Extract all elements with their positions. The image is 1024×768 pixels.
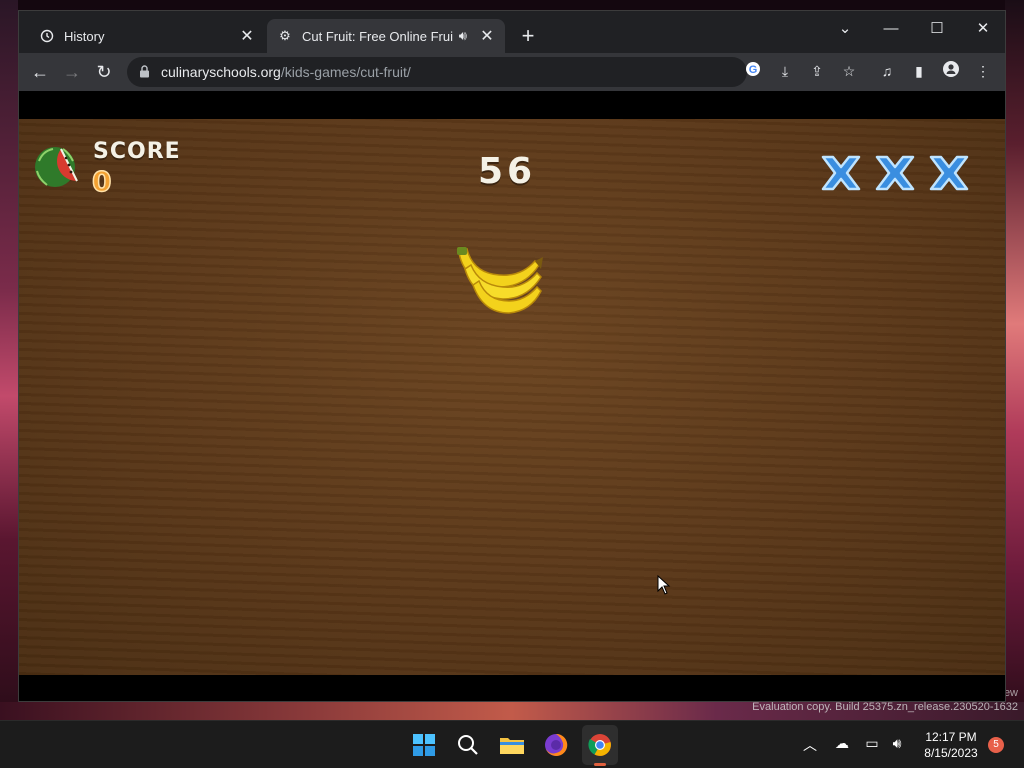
system-clock[interactable]: 12:17 PM 8/15/2023 — [916, 729, 986, 761]
windows-taskbar: ︿ ☁ ▭ 🔊︎ 12:17 PM 8/15/2023 5 — [0, 720, 1024, 768]
life-x-icon — [821, 155, 861, 191]
life-x-icon — [875, 155, 915, 191]
watermark-tail: ew — [1003, 687, 1018, 699]
tab-search-icon[interactable]: ⌄ — [823, 15, 867, 43]
timer-countdown: 56 — [477, 151, 537, 192]
tab-label: History — [64, 28, 105, 44]
browser-window: History ✕ ⚙ Cut Fruit: Free Online Fruit… — [18, 10, 1006, 702]
game-letterbox-top — [19, 91, 1005, 119]
show-hidden-icons-chevron-icon[interactable]: ︿ — [800, 735, 820, 755]
game-canvas[interactable]: SCORE 0 56 — [19, 119, 1005, 675]
search-icon[interactable] — [454, 731, 482, 759]
tab-cut-fruit[interactable]: ⚙ Cut Fruit: Free Online Fruit Sl 🔊︎ ✕ — [267, 19, 505, 53]
close-tab-icon[interactable]: ✕ — [479, 26, 495, 46]
network-icon[interactable]: ▭ — [862, 735, 882, 752]
file-explorer-icon[interactable] — [498, 731, 526, 759]
maximize-button[interactable]: ☐ — [915, 15, 959, 43]
desktop-wallpaper-right — [1005, 0, 1024, 720]
reload-button[interactable]: ↻ — [93, 61, 115, 83]
address-bar[interactable]: culinaryschools.org/kids-games/cut-fruit… — [127, 57, 747, 87]
life-x-icon — [929, 155, 969, 191]
desktop-wallpaper-left — [0, 0, 18, 720]
clock-time: 12:17 PM — [925, 730, 977, 744]
gear-icon: ⚙ — [279, 28, 291, 43]
url-path: /kids-games/cut-fruit/ — [280, 64, 411, 80]
menu-kebab-icon[interactable]: ⋮ — [973, 61, 993, 81]
share-icon[interactable]: ⇪ — [807, 61, 827, 81]
tab-strip: History ✕ ⚙ Cut Fruit: Free Online Fruit… — [19, 11, 1005, 53]
svg-text:G: G — [749, 64, 758, 76]
evaluation-watermark: Evaluation copy. Build 25375.zn_release.… — [752, 701, 1018, 713]
tab-history[interactable]: History ✕ — [29, 19, 265, 53]
bookmark-star-icon[interactable]: ☆ — [839, 61, 859, 81]
history-icon — [39, 28, 55, 44]
new-tab-button[interactable]: + — [517, 25, 539, 47]
watermelon-icon — [35, 147, 78, 187]
game-letterbox-bottom — [19, 675, 1005, 701]
chrome-icon[interactable] — [586, 731, 614, 759]
close-window-button[interactable]: ✕ — [961, 15, 1005, 43]
back-button[interactable]: ← — [29, 61, 51, 83]
lock-icon — [137, 65, 151, 79]
chrome-running-indicator — [594, 763, 606, 766]
firefox-icon[interactable] — [542, 731, 570, 759]
clock-date: 8/15/2023 — [924, 746, 978, 760]
close-tab-icon[interactable]: ✕ — [239, 26, 255, 46]
install-app-icon[interactable]: ⤓ — [775, 61, 795, 81]
start-windows-icon[interactable] — [410, 731, 438, 759]
notification-badge[interactable]: 5 — [988, 737, 1004, 753]
volume-icon[interactable]: 🔊︎ — [887, 735, 907, 752]
browser-toolbar: ← → ↻ culinaryschools.org/kids-games/cut… — [19, 53, 1005, 91]
profile-icon[interactable] — [941, 61, 961, 81]
minimize-button[interactable]: — — [869, 15, 913, 43]
score-value: 0 — [91, 164, 112, 199]
speaker-icon[interactable]: 🔊︎ — [459, 28, 467, 44]
google-icon[interactable]: G — [743, 61, 763, 81]
forward-button[interactable]: → — [61, 61, 83, 83]
media-control-icon[interactable]: ♫ — [877, 61, 897, 81]
onedrive-icon[interactable]: ☁ — [832, 735, 852, 752]
side-panel-icon[interactable]: ▮ — [909, 61, 929, 81]
score-label: SCORE — [93, 139, 181, 164]
banana-bunch-fruit[interactable] — [455, 243, 545, 319]
mouse-cursor — [657, 575, 671, 595]
url-text: culinaryschools.org/kids-games/cut-fruit… — [161, 64, 411, 80]
tab-label: Cut Fruit: Free Online Fruit Sl — [302, 28, 453, 44]
url-host: culinaryschools.org — [161, 64, 281, 80]
